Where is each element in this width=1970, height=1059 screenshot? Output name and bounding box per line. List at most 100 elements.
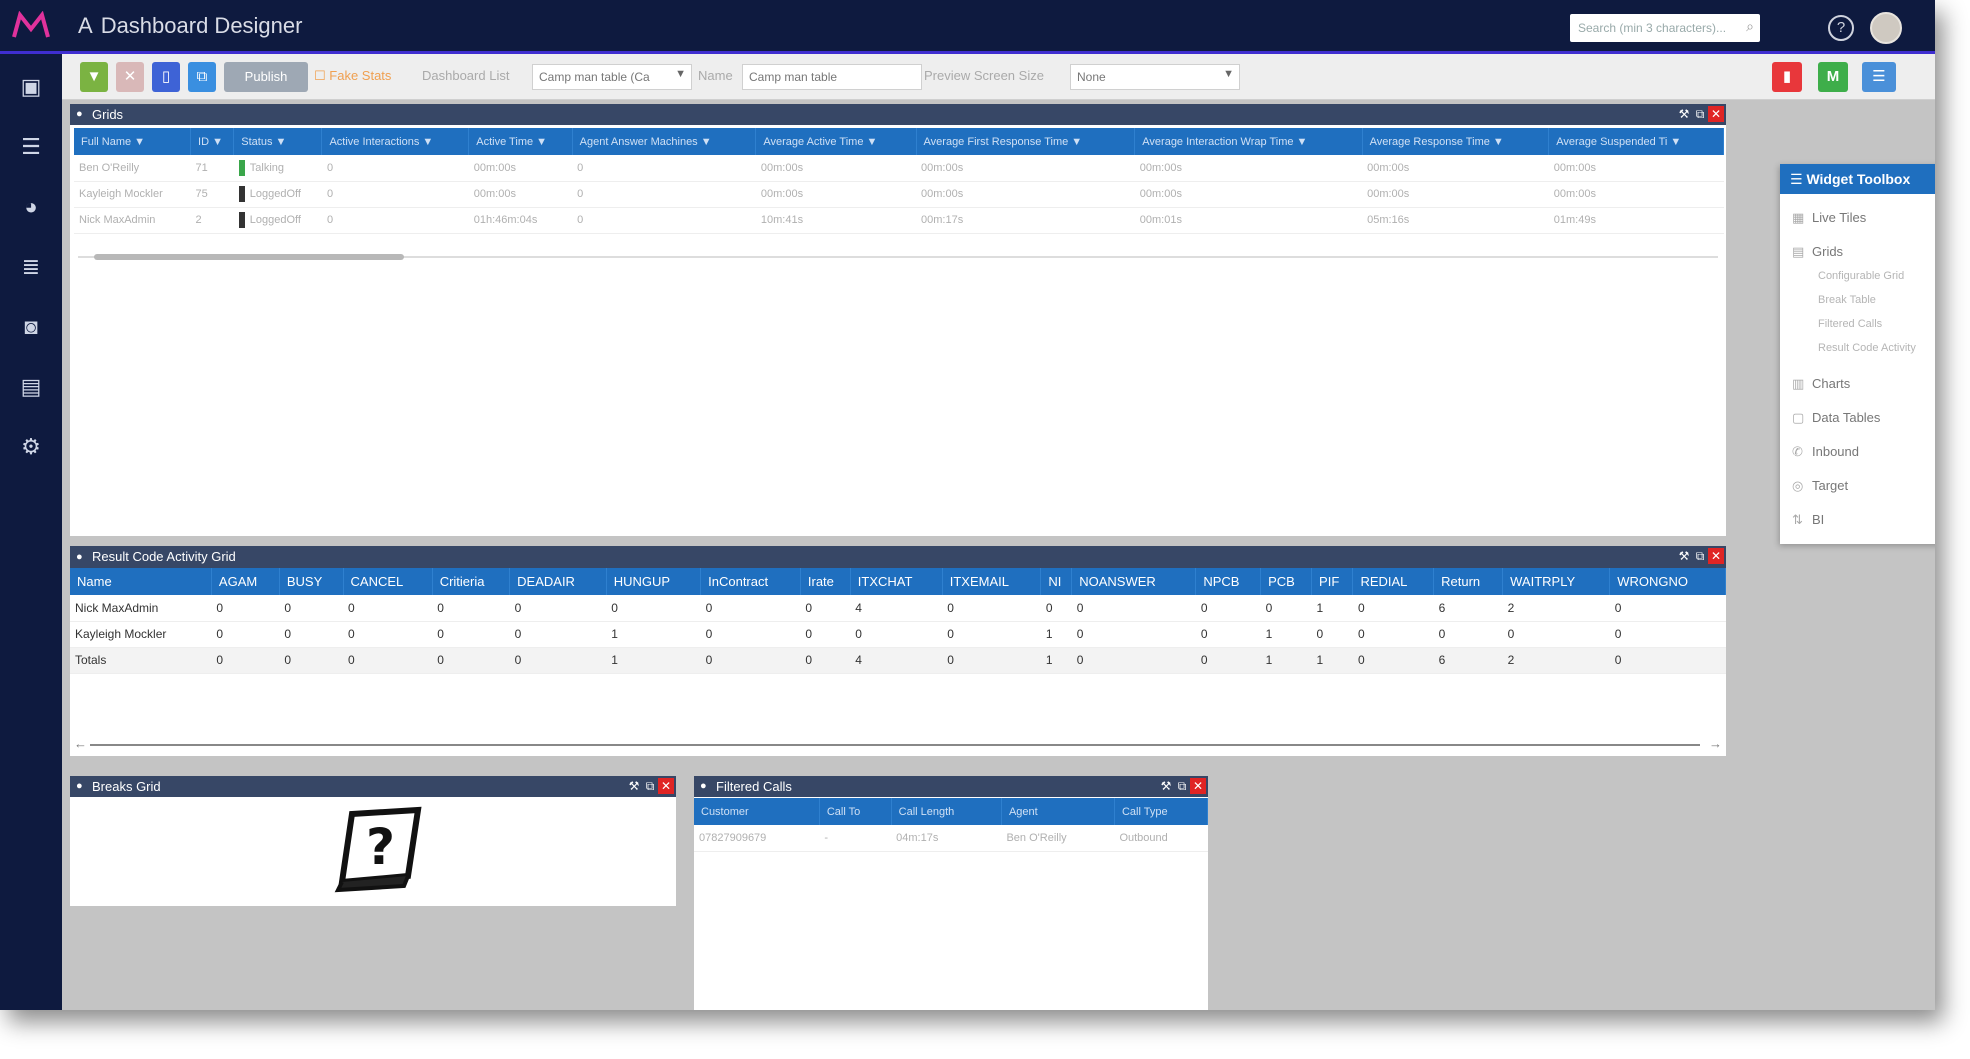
column-header[interactable]: NPCB	[1195, 568, 1262, 595]
column-header[interactable]: HUNGUP	[606, 568, 702, 595]
column-header[interactable]: AGAM	[211, 568, 280, 595]
new-dashboard-button[interactable]: ▯	[152, 62, 180, 92]
column-header[interactable]: Active Time ▼	[468, 128, 573, 155]
close-icon[interactable]: ✕	[658, 778, 674, 794]
column-header[interactable]: InContract	[700, 568, 801, 595]
table-row[interactable]: Kayleigh Mockler 0 0 0 0 0 1 0 0 0 0 1 0 0 1 0 0 0 0 0	[70, 621, 1726, 648]
toolbox-item-bi[interactable]: ⇅ BI	[1792, 512, 1824, 528]
duplicate-icon[interactable]: ⧉	[642, 778, 658, 794]
menu-button[interactable]: ☰	[1862, 62, 1896, 92]
table-row[interactable]: Nick MaxAdmin 2 LoggedOff 0 01h:46m:04s 0 10m:…	[74, 207, 1724, 234]
user-headset-icon[interactable]: ◙	[16, 314, 46, 340]
table-row[interactable]: Nick MaxAdmin 0 0 0 0 0 0 0 0 4 0 0 0 0 0 1 0 6 2 0	[70, 595, 1726, 622]
table-row[interactable]: Ben O'Reilly 71 Talking 0 00m:00s 0 00m:00s 00m…	[74, 155, 1724, 182]
save-button[interactable]: ▼	[80, 62, 108, 92]
column-header[interactable]: Average First Response Time ▼	[916, 128, 1136, 155]
column-header[interactable]: Call Type	[1114, 798, 1208, 825]
search-input[interactable]: Search (min 3 characters)... ⌕	[1570, 14, 1760, 42]
brand-logo-icon[interactable]	[12, 11, 50, 41]
grids-widget-header[interactable]: ● Grids ⚒ ⧉ ✕	[70, 104, 1726, 125]
pdf-export-button[interactable]: ▮	[1772, 62, 1802, 92]
horizontal-scrollbar[interactable]	[90, 744, 1700, 746]
column-header[interactable]: Average Suspended Ti ▼	[1548, 128, 1724, 155]
preview-size-select[interactable]: None ▼	[1070, 64, 1240, 90]
column-header[interactable]: Return	[1433, 568, 1504, 595]
column-header[interactable]: Call To	[819, 798, 892, 825]
column-header[interactable]: ITXEMAIL	[942, 568, 1042, 595]
list-icon[interactable]: ☰	[16, 134, 46, 160]
toolbox-item-grids[interactable]: ▤ Grids	[1792, 244, 1843, 260]
database-icon[interactable]: ≣	[16, 254, 46, 280]
column-header[interactable]: Status ▼	[233, 128, 323, 155]
column-header[interactable]: ITXCHAT	[850, 568, 943, 595]
help-icon[interactable]: ?	[1828, 15, 1854, 41]
column-header[interactable]: Agent Answer Machines ▼	[572, 128, 757, 155]
scroll-left-icon[interactable]: ←	[74, 736, 87, 751]
gauge-icon[interactable]: ◕	[16, 194, 46, 220]
breaks-grid-header[interactable]: ● Breaks Grid ⚒ ⧉ ✕	[70, 776, 676, 797]
column-header[interactable]: Critieria	[432, 568, 511, 595]
fake-stats-toggle[interactable]: ☐ Fake Stats	[314, 68, 391, 84]
avatar[interactable]	[1870, 12, 1902, 44]
toolbox-sub-break-table[interactable]: Break Table	[1818, 294, 1876, 306]
column-header[interactable]: Average Interaction Wrap Time ▼	[1134, 128, 1363, 155]
close-icon[interactable]: ✕	[1190, 778, 1206, 794]
duplicate-icon[interactable]: ⧉	[1174, 778, 1190, 794]
column-header[interactable]: REDIAL	[1352, 568, 1435, 595]
home-icon[interactable]: ▣	[16, 74, 46, 100]
wrench-icon[interactable]: ⚒	[626, 778, 642, 794]
column-header[interactable]: Customer	[694, 798, 820, 825]
scroll-right-icon[interactable]: →	[1709, 736, 1722, 751]
column-header[interactable]: Irate	[800, 568, 851, 595]
dashboard-name-input[interactable]: Camp man table	[742, 64, 922, 90]
column-header[interactable]: NI	[1040, 568, 1073, 595]
column-header[interactable]: NOANSWER	[1071, 568, 1197, 595]
table-row[interactable]: Kayleigh Mockler 75 LoggedOff 0 00m:00s 0 00m:…	[74, 181, 1724, 208]
close-icon[interactable]: ✕	[1708, 106, 1724, 122]
toolbox-sub-filtered-calls[interactable]: Filtered Calls	[1818, 318, 1882, 330]
widget-toolbox-header[interactable]: ☰ Widget Toolbox	[1780, 164, 1935, 194]
column-header[interactable]: BUSY	[279, 568, 344, 595]
table-row[interactable]: 07827909679-04m:17s Ben O'Reilly Outbound	[694, 825, 1208, 852]
wrench-icon[interactable]: ⚒	[1676, 106, 1692, 122]
column-header[interactable]: Full Name ▼	[74, 128, 192, 155]
duplicate-icon[interactable]: ⧉	[1692, 548, 1708, 564]
close-icon[interactable]: ✕	[1708, 548, 1724, 564]
toolbox-sub-configurable-grid[interactable]: Configurable Grid	[1818, 270, 1904, 282]
table-cell: 1	[1311, 647, 1353, 674]
column-header[interactable]: Average Response Time ▼	[1362, 128, 1550, 155]
toolbox-item-charts[interactable]: ▥ Charts	[1792, 376, 1850, 392]
column-header[interactable]: ID ▼	[190, 128, 235, 155]
document-icon[interactable]: ▤	[16, 374, 46, 400]
column-header[interactable]: Call Length	[891, 798, 1002, 825]
toolbox-item-inbound[interactable]: ✆ Inbound	[1792, 444, 1859, 460]
column-header[interactable]: Name	[70, 568, 212, 595]
column-header[interactable]: Average Active Time ▼	[755, 128, 917, 155]
column-header[interactable]: WRONGNO	[1609, 568, 1726, 595]
column-header[interactable]: PIF	[1311, 568, 1354, 595]
scrollbar-thumb[interactable]	[94, 254, 404, 260]
toolbox-sub-result-code-activity[interactable]: Result Code Activity	[1818, 342, 1916, 354]
discard-button[interactable]: ✕	[116, 62, 144, 92]
publish-button[interactable]: Publish	[224, 62, 308, 92]
toolbox-item-data-tables[interactable]: ▢ Data Tables	[1792, 410, 1880, 426]
column-header[interactable]: DEADAIR	[509, 568, 607, 595]
toolbox-m-button[interactable]: M	[1818, 62, 1848, 92]
wrench-icon[interactable]: ⚒	[1676, 548, 1692, 564]
filtered-calls-header[interactable]: ● Filtered Calls ⚒ ⧉ ✕	[694, 776, 1208, 797]
search-icon[interactable]: ⌕	[1746, 18, 1754, 35]
column-header[interactable]: CANCEL	[343, 568, 433, 595]
column-header[interactable]: PCB	[1260, 568, 1313, 595]
dashboard-list-select[interactable]: Camp man table (Ca ▼	[532, 64, 692, 90]
column-header[interactable]: Agent	[1001, 798, 1115, 825]
settings-icon[interactable]: ⚙	[16, 434, 46, 460]
toolbox-item-target[interactable]: ◎ Target	[1792, 478, 1848, 494]
column-header[interactable]: Active Interactions ▼	[321, 128, 470, 155]
duplicate-icon[interactable]: ⧉	[1692, 106, 1708, 122]
toolbox-item-live-tiles[interactable]: ▦ Live Tiles	[1792, 210, 1866, 226]
wrench-icon[interactable]: ⚒	[1158, 778, 1174, 794]
result-code-widget-header[interactable]: ● Result Code Activity Grid ⚒ ⧉ ✕	[70, 546, 1726, 568]
copy-dashboard-button[interactable]: ⧉	[188, 62, 216, 92]
totals-row[interactable]: Totals 0 0 0 0 0 1 0 0 4 0 1 0 0 1 1 0 6 2 0	[70, 647, 1726, 674]
column-header[interactable]: WAITRPLY	[1502, 568, 1611, 595]
